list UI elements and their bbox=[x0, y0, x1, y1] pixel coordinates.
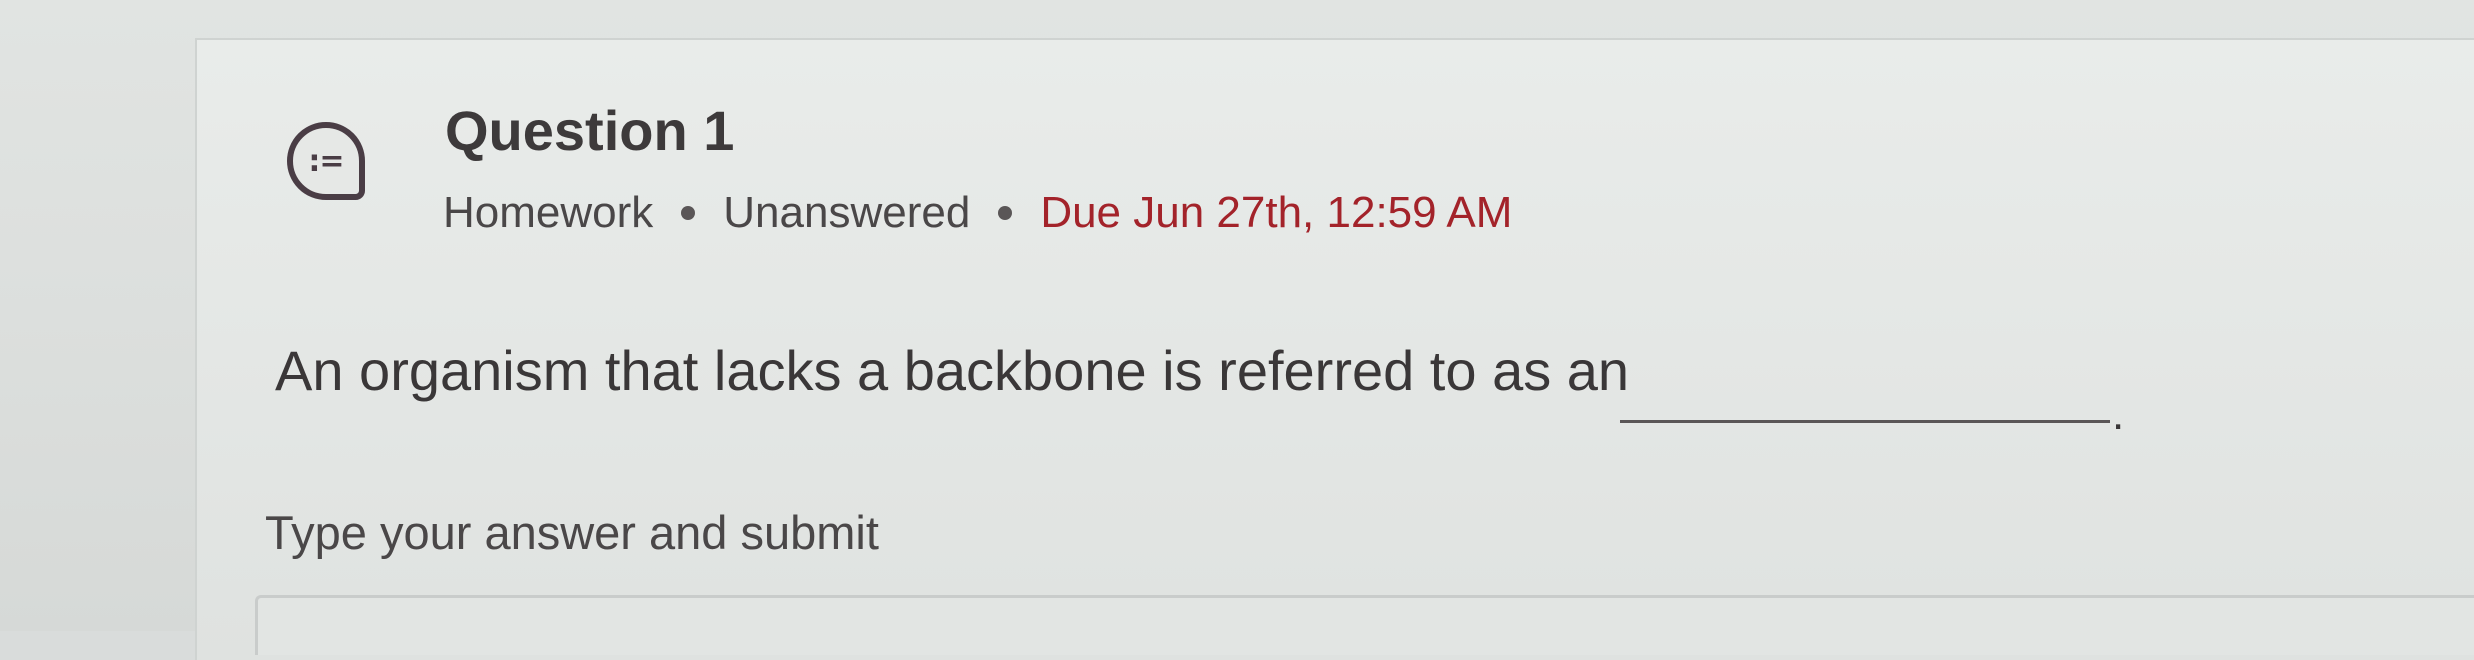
question-title: Question 1 bbox=[445, 99, 735, 162]
separator-dot-icon bbox=[998, 206, 1013, 220]
question-status: Unanswered bbox=[723, 188, 971, 237]
answer-input[interactable] bbox=[255, 595, 2474, 655]
screen: := Question 1 Homework Unanswered Due Ju… bbox=[0, 0, 2474, 660]
short-answer-icon: := bbox=[287, 122, 365, 200]
separator-dot-icon bbox=[681, 206, 696, 220]
question-meta: Homework Unanswered Due Jun 27th, 12:59 … bbox=[443, 188, 1512, 238]
question-period: . bbox=[2112, 390, 2125, 439]
due-date: Due Jun 27th, 12:59 AM bbox=[1040, 188, 1513, 237]
answer-blank bbox=[1620, 420, 2110, 423]
short-answer-icon-glyph: := bbox=[308, 143, 344, 179]
answer-prompt: Type your answer and submit bbox=[265, 506, 879, 559]
question-type: Homework bbox=[443, 188, 654, 237]
question-text: An organism that lacks a backbone is ref… bbox=[275, 339, 1630, 402]
